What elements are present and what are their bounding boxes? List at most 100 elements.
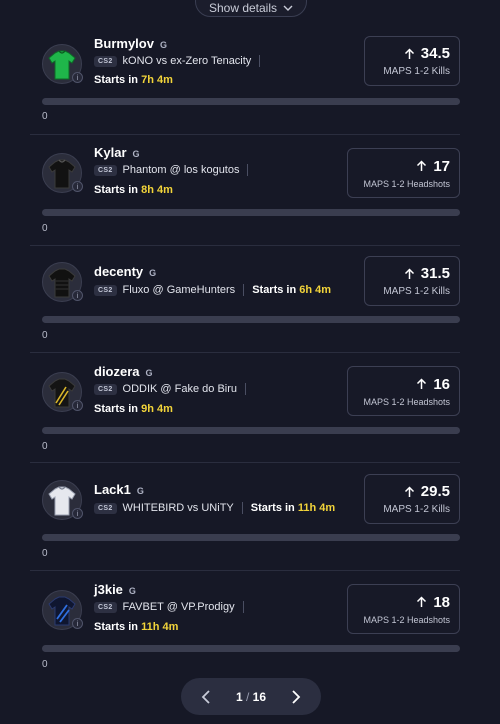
game-tag: CS2 (94, 383, 117, 395)
game-tag: CS2 (94, 164, 117, 176)
page-separator: / (245, 689, 250, 704)
progress-value: 0 (42, 659, 48, 670)
game-tag: CS2 (94, 502, 117, 514)
starts-time: 6h 4m (299, 284, 332, 296)
page-total: 16 (252, 689, 267, 704)
arrow-up-icon (404, 485, 414, 497)
pagination: 1 / 16 (181, 678, 321, 715)
chevron-left-icon[interactable] (201, 689, 211, 705)
stat-box[interactable]: 18 MAPS 1-2 Headshots (347, 584, 460, 634)
separator (241, 502, 243, 514)
page-current: 1 (235, 689, 243, 704)
progress-value: 0 (42, 223, 48, 234)
arrow-up-icon (417, 160, 427, 171)
stat-label: MAPS 1-2 Kills (383, 66, 450, 77)
stat-box[interactable]: 16 MAPS 1-2 Headshots (347, 366, 460, 416)
player-badge: G (128, 586, 136, 596)
arrow-up-icon (417, 378, 427, 389)
stat-label: MAPS 1-2 Headshots (363, 614, 450, 625)
stat-label: MAPS 1-2 Kills (383, 286, 450, 297)
match-title: FAVBET @ VP.Prodigy (122, 601, 235, 613)
game-tag: CS2 (94, 601, 117, 613)
divider (30, 352, 460, 353)
stat-label: MAPS 1-2 Headshots (363, 178, 450, 189)
player-name: decenty (94, 264, 144, 279)
stat-label: MAPS 1-2 Kills (383, 504, 450, 515)
player-name: diozera (94, 364, 140, 379)
info-icon[interactable]: i (72, 508, 83, 519)
player-badge: G (159, 40, 167, 50)
progress-bar (42, 209, 460, 216)
progress-bar (42, 427, 460, 434)
match-title: ODDIK @ Fake do Biru (122, 383, 238, 395)
stat-box[interactable]: 29.5 MAPS 1-2 Kills (364, 474, 460, 524)
divider (30, 134, 460, 135)
stat-box[interactable]: 34.5 MAPS 1-2 Kills (364, 36, 460, 86)
separator (259, 55, 261, 67)
progress-value: 0 (42, 441, 48, 452)
progress-value: 0 (42, 548, 48, 559)
info-icon[interactable]: i (72, 181, 83, 192)
separator (245, 383, 247, 395)
starts-time: 9h 4m (141, 403, 173, 415)
info-icon[interactable]: i (72, 290, 83, 301)
arrow-up-icon (417, 596, 427, 607)
starts-in: Starts in 6h 4m (252, 284, 331, 296)
separator (247, 164, 249, 176)
separator (242, 601, 244, 613)
page-indicator: 1 / 16 (236, 690, 266, 704)
info-icon[interactable]: i (72, 72, 83, 83)
divider (30, 570, 460, 571)
progress-bar (42, 645, 460, 652)
stat-value: 29.5 (420, 483, 450, 500)
starts-in: Starts in 7h 4m (94, 74, 173, 86)
starts-in: Starts in 9h 4m (94, 403, 173, 415)
stat-value: 31.5 (420, 265, 450, 282)
match-title: kONO vs ex-Zero Tenacity (122, 55, 252, 67)
starts-prefix: Starts in (94, 184, 139, 196)
starts-prefix: Starts in (94, 403, 139, 415)
player-badge: G (145, 368, 153, 378)
progress-bar (42, 316, 460, 323)
starts-time: 11h 4m (141, 621, 179, 633)
starts-time: 11h 4m (297, 502, 336, 514)
separator (243, 284, 245, 296)
stat-box[interactable]: 17 MAPS 1-2 Headshots (347, 148, 460, 198)
game-tag: CS2 (94, 284, 117, 296)
progress-value: 0 (42, 330, 48, 341)
chevron-down-icon (283, 5, 293, 11)
show-details-button[interactable]: Show details (195, 0, 307, 17)
starts-prefix: Starts in (94, 621, 139, 633)
player-badge: G (132, 149, 140, 159)
stat-label: MAPS 1-2 Headshots (363, 396, 450, 407)
chevron-right-icon[interactable] (291, 689, 301, 705)
starts-prefix: Starts in (252, 284, 297, 296)
match-title: Fluxo @ GameHunters (122, 284, 236, 296)
divider (30, 245, 460, 246)
arrow-up-icon (404, 47, 414, 59)
player-name: Burmylov (94, 36, 154, 51)
info-icon[interactable]: i (72, 618, 83, 629)
player-name: Kylar (94, 145, 127, 160)
game-tag: CS2 (94, 55, 117, 67)
stat-box[interactable]: 31.5 MAPS 1-2 Kills (364, 256, 460, 306)
arrow-up-icon (404, 267, 414, 279)
starts-time: 7h 4m (141, 74, 173, 86)
stat-value: 17 (433, 157, 450, 175)
match-title: Phantom @ los kogutos (122, 164, 240, 176)
starts-in: Starts in 11h 4m (251, 502, 335, 514)
starts-time: 8h 4m (141, 184, 173, 196)
stat-value: 34.5 (420, 45, 450, 62)
progress-value: 0 (42, 111, 48, 122)
stat-value: 16 (433, 375, 450, 393)
starts-prefix: Starts in (250, 502, 295, 514)
stat-value: 18 (433, 593, 450, 611)
starts-in: Starts in 8h 4m (94, 184, 173, 196)
match-title: WHITEBIRD vs UNiTY (122, 502, 234, 514)
player-badge: G (149, 268, 157, 278)
info-icon[interactable]: i (72, 400, 83, 411)
progress-bar (42, 534, 460, 541)
divider (30, 462, 460, 463)
player-badge: G (136, 486, 144, 496)
starts-prefix: Starts in (94, 74, 139, 86)
